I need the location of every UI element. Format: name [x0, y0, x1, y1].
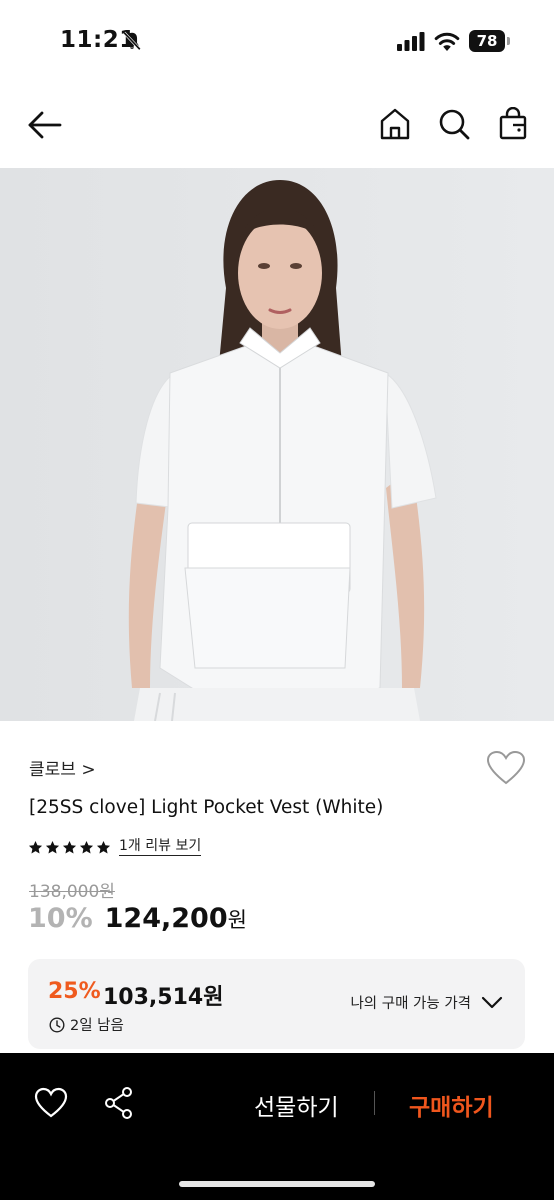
home-indicator[interactable] — [179, 1181, 375, 1187]
timer-row: 2일 남음 — [49, 1014, 124, 1035]
sale-price-unit: 원 — [227, 908, 247, 932]
bottom-action-bar: 선물하기 구매하기 — [0, 1053, 554, 1200]
my-price-toggle-label: 나의 구매 가능 가격 — [350, 996, 471, 1012]
top-navigation — [0, 95, 554, 159]
price-row: 10% 124,200 원 — [28, 903, 247, 934]
time-left: 2일 남음 — [70, 1018, 124, 1034]
battery-tip — [507, 37, 510, 45]
original-price: 138,000원 — [29, 882, 115, 902]
my-price-box[interactable]: 25% 103,514원 2일 남음 나의 구매 가능 가격 — [28, 959, 525, 1049]
arrow-left-icon[interactable] — [26, 109, 64, 141]
my-price-toggle[interactable]: 나의 구매 가능 가격 — [350, 992, 503, 1013]
shopping-bag-icon[interactable] — [496, 107, 530, 141]
signal-icon — [397, 32, 425, 51]
chevron-down-icon — [481, 996, 503, 1008]
search-icon[interactable] — [437, 107, 471, 141]
product-name: [25SS clove] Light Pocket Vest (White) — [29, 797, 384, 818]
bell-off-icon — [123, 31, 141, 51]
star-icon — [79, 840, 94, 853]
home-icon[interactable] — [378, 107, 412, 141]
rating-row: 1개 리뷰 보기 — [28, 836, 202, 858]
heart-icon[interactable] — [34, 1087, 68, 1119]
sale-price: 124,200 — [104, 903, 228, 934]
my-price: 103,514원 — [103, 985, 224, 1010]
clock-icon — [49, 1016, 65, 1033]
share-icon[interactable] — [103, 1086, 135, 1120]
star-rating — [28, 840, 111, 855]
wifi-icon — [434, 32, 460, 51]
review-link[interactable]: 1개 리뷰 보기 — [119, 838, 202, 856]
product-photo — [0, 168, 554, 721]
gift-button[interactable]: 선물하기 — [254, 1088, 339, 1122]
star-icon — [45, 840, 60, 853]
heart-icon[interactable] — [486, 750, 526, 786]
star-icon — [28, 840, 43, 853]
battery-level: 78 — [469, 30, 505, 52]
star-icon — [62, 840, 77, 853]
product-image[interactable] — [0, 168, 554, 721]
star-icon — [96, 840, 111, 853]
buy-button[interactable]: 구매하기 — [409, 1088, 494, 1122]
discount-rate: 10% — [28, 903, 93, 934]
battery-indicator: 78 — [469, 30, 511, 52]
my-discount-rate: 25% — [48, 979, 101, 1004]
brand-link[interactable]: 클로브 > — [29, 755, 96, 780]
divider — [374, 1091, 375, 1115]
status-bar: 11:21 78 — [0, 0, 554, 84]
